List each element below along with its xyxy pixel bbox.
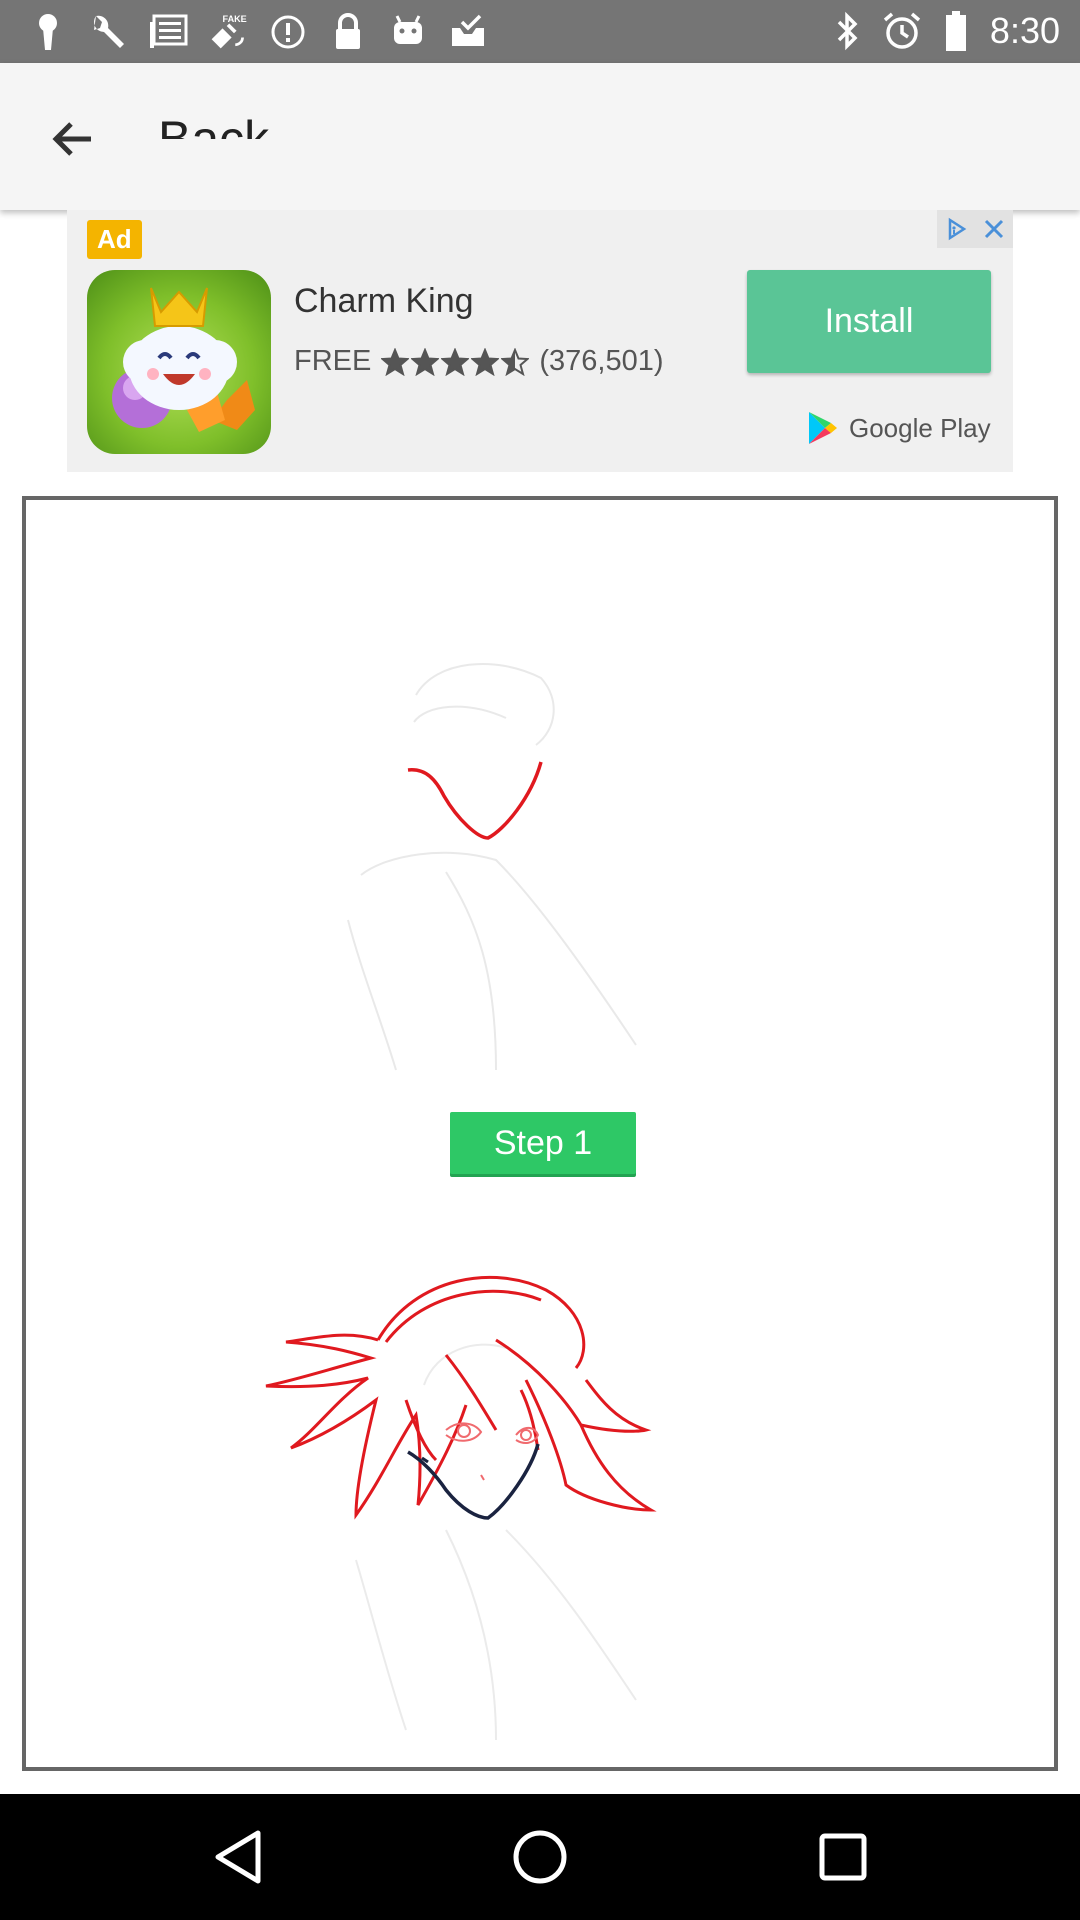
store-name: Google Play: [849, 412, 991, 443]
keyhole-icon: [28, 10, 68, 54]
step-label: Step 1: [450, 1112, 636, 1174]
sketch-guides-bottom: [355, 1343, 637, 1741]
status-bar: FAKE 8:30: [0, 0, 1080, 63]
app-bar: Back: [0, 63, 1080, 210]
battery-icon: [936, 9, 976, 53]
back-arrow-icon[interactable]: [40, 107, 104, 171]
bluetooth-icon: [828, 9, 868, 53]
app-logo-icon: [87, 270, 271, 454]
jawline-outline: [407, 1443, 540, 1520]
fake-gps-icon: FAKE: [208, 10, 248, 54]
star-icon: [471, 347, 500, 376]
ad-price: FREE: [294, 345, 372, 377]
drawing-canvas: Step 1: [22, 496, 1058, 1771]
recents-icon[interactable]: [810, 1824, 876, 1890]
jawline-stroke: [407, 761, 543, 840]
star-icon: [441, 347, 470, 376]
navigation-bar: [0, 1794, 1080, 1920]
ad-badge: Ad: [87, 220, 142, 259]
alarm-icon: [882, 9, 922, 53]
info-icon: [268, 10, 308, 54]
star-icon: [501, 347, 530, 376]
inbox-icon: [448, 10, 488, 54]
sketch-guides-top: [347, 663, 637, 1071]
ad-review-count: (376,501): [539, 345, 664, 377]
ad-controls: [937, 210, 1013, 248]
google-play-badge: Google Play: [807, 410, 991, 446]
ad-banner[interactable]: Ad Charm King FREE (376,501) Install Goo…: [67, 210, 1013, 472]
status-time: 8:30: [989, 10, 1060, 51]
star-icon: [381, 347, 410, 376]
install-button[interactable]: Install: [747, 270, 991, 373]
ad-app-meta: FREE (376,501): [294, 345, 664, 378]
star-icon: [411, 347, 440, 376]
ad-app-name: Charm King: [294, 282, 474, 320]
rating-stars: [381, 347, 530, 376]
adchoices-icon[interactable]: [937, 210, 975, 248]
google-play-icon: [809, 412, 837, 444]
news-icon: [148, 10, 188, 54]
hair-strokes: [265, 1275, 657, 1520]
back-icon[interactable]: [205, 1824, 271, 1890]
close-ad-icon[interactable]: [975, 210, 1013, 248]
lock-icon: [328, 10, 368, 54]
android-icon: [388, 10, 428, 54]
svg-text:FAKE: FAKE: [223, 14, 247, 24]
page-title: Back: [158, 111, 270, 139]
home-icon[interactable]: [507, 1824, 573, 1890]
wrench-icon: [88, 10, 128, 54]
